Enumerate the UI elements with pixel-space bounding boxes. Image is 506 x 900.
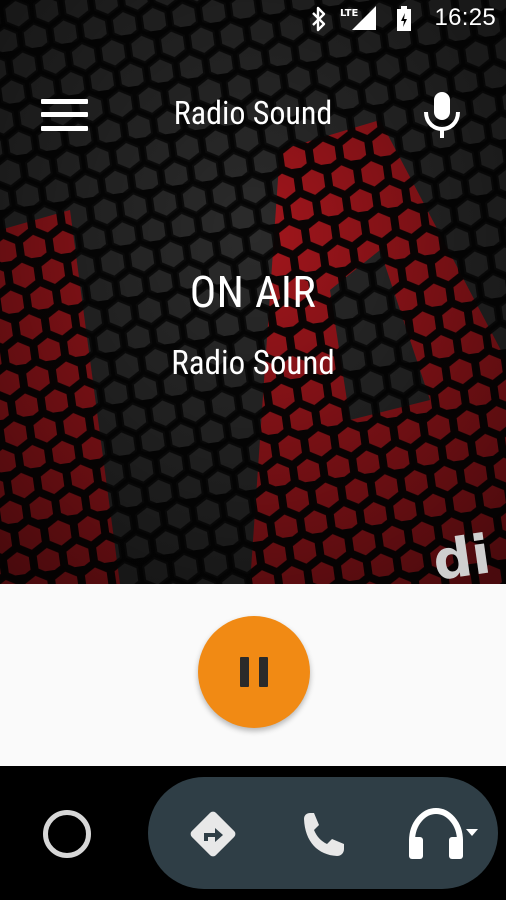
app-launcher-pill (148, 777, 498, 889)
station-artwork: di LTE 16:25 Radio Sound ON AIR Radio So… (0, 0, 506, 584)
pause-button[interactable] (198, 616, 310, 728)
bluetooth-icon (312, 6, 326, 32)
navigation-icon[interactable] (184, 805, 242, 863)
station-name: Radio Sound (171, 344, 335, 383)
status-bar: LTE 16:25 (0, 0, 506, 38)
playback-controls (0, 584, 506, 766)
pause-icon-bar (259, 657, 268, 687)
toolbar: Radio Sound (0, 80, 506, 150)
on-air-status: ON AIR (189, 266, 317, 318)
lte-signal-icon: LTE (340, 6, 376, 30)
phone-icon[interactable] (296, 809, 348, 861)
status-time: 16:25 (434, 4, 496, 31)
home-circle-icon[interactable] (43, 810, 91, 858)
battery-icon (397, 6, 411, 31)
chevron-down-icon (466, 829, 478, 836)
pause-icon (240, 657, 249, 687)
network-type-label: LTE (340, 8, 359, 19)
artwork-text: di (429, 523, 494, 584)
car-nav-bar (0, 766, 506, 900)
headphones-icon[interactable] (406, 807, 482, 863)
microphone-icon[interactable] (420, 90, 464, 140)
